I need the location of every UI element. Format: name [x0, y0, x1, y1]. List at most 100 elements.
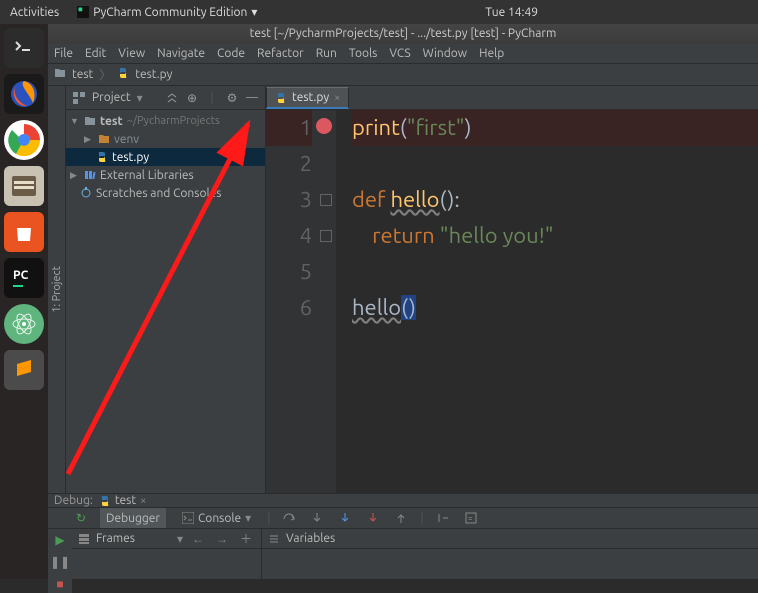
scratches-icon [80, 187, 92, 199]
files-icon [11, 175, 37, 197]
library-icon [84, 169, 96, 181]
editor-tab-testpy[interactable]: test.py × [266, 87, 349, 109]
next-frame-icon[interactable]: → [213, 530, 231, 548]
force-step-into-icon[interactable] [364, 509, 382, 527]
project-panel-title: Project [92, 91, 131, 104]
code-editor[interactable]: 123456 print("first") def hello(): return… [266, 110, 758, 493]
step-out-icon[interactable] [392, 509, 410, 527]
divider-icon: | [205, 91, 219, 105]
tree-project-root[interactable]: ▼ test ~/PycharmProjects [66, 112, 265, 130]
dropdown-caret-icon[interactable]: ▾ [137, 91, 143, 105]
editor-code[interactable]: print("first") def hello(): return "hello… [336, 110, 758, 493]
gutter-line-3[interactable]: 3 [266, 182, 312, 218]
close-icon[interactable]: × [140, 495, 146, 507]
breadcrumb-file[interactable]: test.py [135, 68, 172, 81]
gutter-line-5[interactable]: 5 [266, 254, 312, 290]
gutter-line-1[interactable]: 1 [266, 110, 312, 146]
os-clock[interactable]: Tue 14:49 [265, 6, 758, 19]
code-line-5[interactable] [352, 254, 758, 290]
prev-frame-icon[interactable]: ← [189, 530, 207, 548]
folder-icon [98, 133, 110, 145]
menu-edit[interactable]: Edit [85, 47, 106, 60]
run-to-cursor-icon[interactable] [434, 509, 452, 527]
tree-scratches[interactable]: Scratches and Consoles [66, 184, 265, 202]
launcher-pycharm[interactable]: PC [4, 258, 44, 298]
project-tool-window: Project ▾ ⊕ | ⚙ — ▼ test ~/PycharmProjec… [66, 86, 266, 493]
evaluate-expression-icon[interactable]: = [462, 509, 480, 527]
console-tab[interactable]: Console ▾ [176, 508, 257, 528]
console-icon [182, 512, 194, 524]
hide-panel-icon[interactable]: — [245, 91, 259, 105]
debugger-tab[interactable]: Debugger [100, 508, 166, 528]
gutter-line-4[interactable]: 4 [266, 218, 312, 254]
python-file-icon [99, 495, 111, 507]
breadcrumb-separator-icon: 〉 [99, 66, 111, 83]
menu-refactor[interactable]: Refactor [257, 47, 304, 60]
menu-window[interactable]: Window [423, 47, 467, 60]
code-line-1[interactable]: print("first") [352, 110, 758, 146]
menu-view[interactable]: View [118, 47, 145, 60]
python-file-icon [275, 92, 287, 104]
menu-help[interactable]: Help [479, 47, 504, 60]
active-app-name: PyCharm Community Edition [93, 6, 247, 19]
code-line-4[interactable]: return "hello you!" [352, 218, 758, 254]
gutter-line-2[interactable]: 2 [266, 146, 312, 182]
stop-icon[interactable]: ■ [51, 575, 69, 593]
project-vtab-label: 1: Project [51, 266, 63, 313]
breakpoint-icon[interactable] [316, 118, 332, 134]
code-line-6[interactable]: hello() [352, 290, 758, 326]
step-into-mycode-icon[interactable] [336, 509, 354, 527]
pycharm-icon: PC [9, 263, 39, 293]
launcher-sublime[interactable] [4, 350, 44, 390]
debug-run-config[interactable]: test × [99, 494, 146, 507]
menu-vcs[interactable]: VCS [389, 47, 410, 60]
active-app-indicator[interactable]: PyCharm Community Edition ▾ [69, 5, 265, 19]
close-tab-icon[interactable]: × [334, 92, 340, 104]
terminal-icon [12, 36, 36, 60]
launcher-software[interactable] [4, 212, 44, 252]
launcher-terminal[interactable] [4, 28, 44, 68]
frames-icon [78, 533, 90, 545]
tree-external-libraries[interactable]: ▶ External Libraries [66, 166, 265, 184]
menu-file[interactable]: File [54, 47, 73, 60]
launcher-firefox[interactable] [4, 74, 44, 114]
dropdown-caret-icon[interactable]: ▾ [177, 532, 183, 546]
frames-title: Frames [96, 532, 135, 545]
debug-restart-icon[interactable]: ↻ [72, 509, 90, 527]
tree-venv-folder[interactable]: ▶ venv [66, 130, 265, 148]
tree-selected-file[interactable]: test.py [66, 148, 265, 166]
fold-handle-icon[interactable] [320, 194, 332, 206]
editor-gutter[interactable]: 123456 [266, 110, 336, 493]
navigation-breadcrumb: test 〉 test.py [48, 64, 758, 86]
folder-icon [54, 67, 66, 82]
resume-icon[interactable]: ▶ [51, 531, 69, 549]
sublime-icon [12, 358, 36, 382]
gutter-line-6[interactable]: 6 [266, 290, 312, 326]
project-root-path: ~/PycharmProjects [127, 115, 220, 127]
step-over-icon[interactable] [280, 509, 298, 527]
launcher-chrome[interactable] [4, 120, 44, 160]
collapse-caret-icon: ▶ [70, 170, 80, 181]
run-config-name: test [115, 494, 136, 507]
svg-text:PC: PC [13, 269, 29, 282]
launcher-atom[interactable] [4, 304, 44, 344]
add-icon[interactable]: ＋ [237, 530, 255, 548]
locate-icon[interactable]: ⊕ [185, 91, 199, 105]
code-line-2[interactable] [352, 146, 758, 182]
launcher-dock: PC [0, 24, 48, 579]
project-tool-vertical-tab[interactable]: 1: Project [48, 86, 66, 493]
menu-run[interactable]: Run [316, 47, 337, 60]
activities-button[interactable]: Activities [0, 6, 69, 19]
menu-tools[interactable]: Tools [349, 47, 378, 60]
breadcrumb-project[interactable]: test [72, 68, 93, 81]
launcher-files[interactable] [4, 166, 44, 206]
fold-handle-icon[interactable] [320, 230, 332, 242]
settings-gear-icon[interactable]: ⚙ [225, 91, 239, 105]
step-into-icon[interactable] [308, 509, 326, 527]
code-line-3[interactable]: def hello(): [352, 182, 758, 218]
collapse-all-icon[interactable] [165, 91, 179, 105]
menu-navigate[interactable]: Navigate [157, 47, 205, 60]
menu-code[interactable]: Code [217, 47, 245, 60]
pause-icon[interactable]: ❚❚ [51, 553, 69, 571]
selected-file-label: test.py [112, 151, 149, 164]
